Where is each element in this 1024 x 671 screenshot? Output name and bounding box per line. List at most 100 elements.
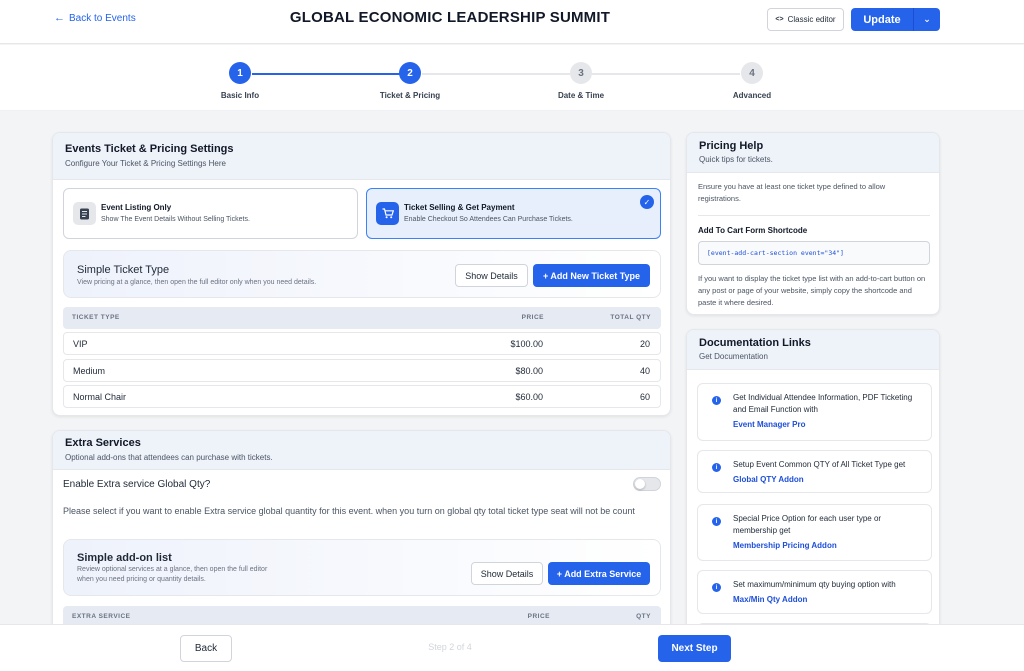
extra-services-card: Extra Services Optional add-ons that att… — [52, 430, 671, 640]
price-cell: $60.00 — [515, 392, 543, 402]
doc-item-link[interactable]: Membership Pricing Addon — [733, 540, 923, 552]
doc-item-content: Set maximum/minimum qty buying option wi… — [733, 579, 923, 606]
cart-icon — [376, 202, 399, 225]
price-cell: $80.00 — [515, 366, 543, 376]
doc-item[interactable]: i Get Individual Attendee Information, P… — [697, 383, 932, 441]
option-event-listing-only[interactable]: Event Listing Only Show The Event Detail… — [63, 188, 358, 239]
update-label: Update — [863, 13, 901, 26]
ticket-type-cell: Medium — [73, 366, 106, 376]
option-title: Ticket Selling & Get Payment — [404, 203, 515, 212]
back-button[interactable]: Back — [180, 635, 232, 662]
shortcode-text: [event-add-cart-section event="34"] — [707, 249, 844, 257]
step-advanced[interactable]: 4 Advanced — [702, 62, 802, 100]
card-subtitle: Get Documentation — [699, 352, 768, 361]
shortcode-title: Add To Cart Form Shortcode — [698, 226, 808, 235]
shortcode-box[interactable]: [event-add-cart-section event="34"] — [698, 241, 930, 265]
checkmark-icon: ✓ — [640, 195, 654, 209]
step-indicator: Step 2 of 4 — [428, 642, 472, 652]
info-icon: i — [712, 517, 721, 526]
doc-item-text: Get Individual Attendee Information, PDF… — [733, 393, 913, 414]
ticket-table-header: TICKET TYPE PRICE TOTAL QTY — [63, 307, 661, 329]
page-title: GLOBAL ECONOMIC LEADERSHIP SUMMIT — [289, 9, 611, 26]
panel-title: Simple add-on list — [77, 552, 172, 564]
info-icon: i — [712, 396, 721, 405]
step-label: Basic Info — [220, 91, 260, 100]
card-subtitle: Optional add-ons that attendees can purc… — [65, 453, 273, 462]
price-cell: $100.00 — [510, 339, 543, 349]
doc-item-link[interactable]: Global QTY Addon — [733, 474, 923, 486]
pricing-help-intro: Ensure you have at least one ticket type… — [698, 182, 886, 203]
option-title: Event Listing Only — [101, 203, 172, 212]
table-row[interactable]: VIP $100.00 20 — [63, 332, 661, 355]
doc-item[interactable]: i Special Price Option for each user typ… — [697, 504, 932, 561]
qty-cell: 60 — [639, 392, 650, 402]
code-icon: <> — [775, 16, 784, 23]
step-label: Date & Time — [557, 91, 605, 100]
step-basic-info[interactable]: 1 Basic Info — [190, 62, 290, 100]
card-header: Events Ticket & Pricing Settings Configu… — [53, 133, 670, 180]
global-qty-toggle[interactable] — [633, 477, 661, 491]
doc-item-text: Special Price Option for each user type … — [733, 514, 882, 535]
card-title: Pricing Help — [699, 140, 764, 152]
info-icon: i — [712, 463, 721, 472]
card-header: Extra Services Optional add-ons that att… — [53, 431, 670, 470]
doc-item-link[interactable]: Event Manager Pro — [733, 419, 923, 431]
chevron-down-icon[interactable]: ⌄ — [914, 14, 940, 25]
column-header-total-qty: TOTAL QTY — [610, 314, 651, 321]
divider — [698, 215, 930, 216]
progress-stepper: 1 Basic Info 2 Ticket & Pricing 3 Date &… — [0, 45, 1024, 111]
panel-title: Simple Ticket Type — [77, 264, 170, 276]
option-ticket-selling[interactable]: Ticket Selling & Get Payment Enable Chec… — [366, 188, 661, 239]
doc-item[interactable]: i Setup Event Common QTY of All Ticket T… — [697, 450, 932, 493]
global-qty-help: Please select if you want to enable Extr… — [63, 506, 635, 516]
step-label: Advanced — [732, 91, 772, 100]
top-bar: ← Back to Events GLOBAL ECONOMIC LEADERS… — [0, 0, 1024, 44]
doc-item-text: Setup Event Common QTY of All Ticket Typ… — [733, 460, 906, 469]
ticket-pricing-card: Events Ticket & Pricing Settings Configu… — [52, 132, 671, 416]
simple-ticket-panel: Simple Ticket Type View pricing at a gla… — [63, 250, 661, 298]
show-details-button[interactable]: Show Details — [455, 264, 528, 287]
step-date-time[interactable]: 3 Date & Time — [531, 62, 631, 100]
shortcode-help: If you want to display the ticket type l… — [698, 274, 926, 307]
card-subtitle: Configure Your Ticket & Pricing Settings… — [65, 159, 226, 168]
panel-description: View pricing at a glance, then open the … — [77, 279, 317, 286]
card-subtitle: Quick tips for tickets. — [699, 155, 773, 164]
qty-cell: 20 — [639, 339, 650, 349]
card-title: Events Ticket & Pricing Settings — [65, 143, 234, 155]
show-details-button[interactable]: Show Details — [471, 562, 543, 585]
doc-item[interactable]: i Set maximum/minimum qty buying option … — [697, 570, 932, 614]
card-header: Documentation Links Get Documentation — [687, 330, 939, 370]
ticket-type-cell: VIP — [73, 339, 88, 349]
classic-editor-button[interactable]: <> Classic editor — [767, 8, 844, 31]
card-header: Pricing Help Quick tips for tickets. — [687, 133, 939, 173]
step-ticket-pricing[interactable]: 2 Ticket & Pricing — [360, 62, 460, 100]
pricing-help-card: Pricing Help Quick tips for tickets. Ens… — [686, 132, 940, 315]
add-extra-service-button[interactable]: + Add Extra Service — [548, 562, 650, 585]
card-title: Documentation Links — [699, 337, 811, 349]
simple-addon-panel: Simple add-on list Review optional servi… — [63, 539, 661, 596]
document-icon — [73, 202, 96, 225]
column-header-ticket-type: TICKET TYPE — [72, 314, 120, 321]
step-label: Ticket & Pricing — [379, 91, 441, 100]
step-number: 1 — [229, 62, 251, 84]
panel-description-line-2: when you need pricing or quantity detail… — [77, 576, 206, 583]
table-row[interactable]: Medium $80.00 40 — [63, 359, 661, 382]
option-description: Enable Checkout So Attendees Can Purchas… — [404, 216, 573, 223]
update-button[interactable]: Update ⌄ — [851, 8, 940, 31]
table-row[interactable]: Normal Chair $60.00 60 — [63, 385, 661, 408]
next-step-button[interactable]: Next Step — [658, 635, 731, 662]
step-number: 4 — [741, 62, 763, 84]
qty-cell: 40 — [639, 366, 650, 376]
global-qty-label: Enable Extra service Global Qty? — [63, 479, 211, 490]
add-ticket-type-button[interactable]: + Add New Ticket Type — [533, 264, 650, 287]
documentation-card: Documentation Links Get Documentation i … — [686, 329, 940, 640]
column-header-price: PRICE — [521, 314, 544, 321]
panel-description-line-1: Review optional services at a glance, th… — [77, 566, 268, 573]
footer-bar: Back Step 2 of 4 Next Step — [0, 624, 1024, 671]
doc-item-text: Set maximum/minimum qty buying option wi… — [733, 580, 896, 589]
option-description: Show The Event Details Without Selling T… — [101, 216, 250, 223]
doc-item-content: Get Individual Attendee Information, PDF… — [733, 392, 923, 431]
step-number: 2 — [399, 62, 421, 84]
doc-item-content: Setup Event Common QTY of All Ticket Typ… — [733, 459, 923, 486]
doc-item-link[interactable]: Max/Min Qty Addon — [733, 594, 923, 606]
